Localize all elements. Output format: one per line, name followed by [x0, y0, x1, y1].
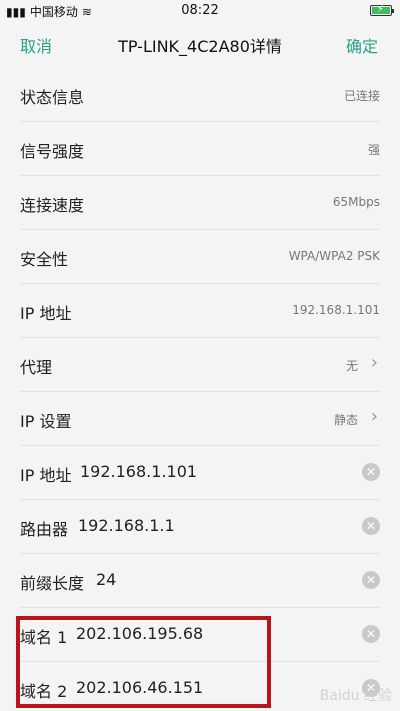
ip-settings-value: 静态 [333, 413, 358, 427]
clear-icon[interactable]: ✕ [362, 463, 380, 481]
static-ip-label: IP 地址 [20, 466, 72, 485]
charging-icon: ⚡ [377, 4, 385, 15]
ip-address-row: IP 地址 192.168.1.101 [0, 284, 400, 338]
proxy-label: 代理 [20, 358, 53, 377]
prefix-field[interactable]: 前缀长度 24 ✕ [0, 554, 400, 608]
ip-address-value: 192.168.1.101 [292, 303, 380, 317]
signal-value: 强 [367, 143, 380, 157]
chevron-right-icon: › [370, 352, 378, 373]
signal-label: 信号强度 [20, 142, 85, 161]
dns1-field[interactable]: 域名 1 202.106.195.68 ✕ [0, 608, 400, 662]
clear-icon[interactable]: ✕ [362, 571, 380, 589]
ip-address-label: IP 地址 [20, 304, 72, 323]
clock: 08:22 [181, 3, 219, 18]
static-ip-input[interactable]: 192.168.1.101 [80, 462, 197, 481]
dns2-label: 域名 2 [20, 682, 68, 701]
router-label: 路由器 [20, 520, 69, 539]
security-row: 安全性 WPA/WPA2 PSK [0, 230, 400, 284]
battery-icon: ⚡ [370, 4, 394, 16]
proxy-value: 无 [345, 359, 358, 373]
dns1-label: 域名 1 [20, 628, 68, 647]
dns1-input[interactable]: 202.106.195.68 [76, 624, 203, 643]
page-title: TP-LINK_4C2A80详情 [118, 37, 282, 56]
speed-row: 连接速度 65Mbps [0, 176, 400, 230]
status-bar: ▮▮▮ 中国移动 ≋ 08:22 ⚡ [0, 0, 400, 22]
signal-row: 信号强度 强 [0, 122, 400, 176]
chevron-right-icon: › [370, 406, 378, 427]
clear-icon[interactable]: ✕ [362, 517, 380, 535]
speed-label: 连接速度 [20, 196, 85, 215]
clear-icon[interactable]: ✕ [362, 625, 380, 643]
status-row: 状态信息 已连接 [0, 68, 400, 122]
prefix-input[interactable]: 24 [96, 570, 116, 589]
prefix-label: 前缀长度 [20, 574, 85, 593]
dns2-input[interactable]: 202.106.46.151 [76, 678, 203, 697]
status-label: 状态信息 [20, 88, 85, 107]
ip-settings-label: IP 设置 [20, 412, 72, 431]
router-input[interactable]: 192.168.1.1 [78, 516, 175, 535]
router-field[interactable]: 路由器 192.168.1.1 ✕ [0, 500, 400, 554]
confirm-button[interactable]: 确定 [346, 33, 378, 57]
security-label: 安全性 [20, 250, 69, 269]
security-value: WPA/WPA2 PSK [288, 249, 380, 263]
details-list: 状态信息 已连接 信号强度 强 连接速度 65Mbps 安全性 WPA/WPA2… [0, 68, 400, 711]
watermark: Baidu 经验 [319, 688, 392, 704]
title-bar: 取消 TP-LINK_4C2A80详情 确定 [0, 22, 400, 66]
proxy-row[interactable]: 代理 无 › [0, 338, 400, 392]
ip-settings-row[interactable]: IP 设置 静态 › [0, 392, 400, 446]
status-value: 已连接 [343, 89, 380, 103]
static-ip-field[interactable]: IP 地址 192.168.1.101 ✕ [0, 446, 400, 500]
speed-value: 65Mbps [332, 195, 380, 209]
